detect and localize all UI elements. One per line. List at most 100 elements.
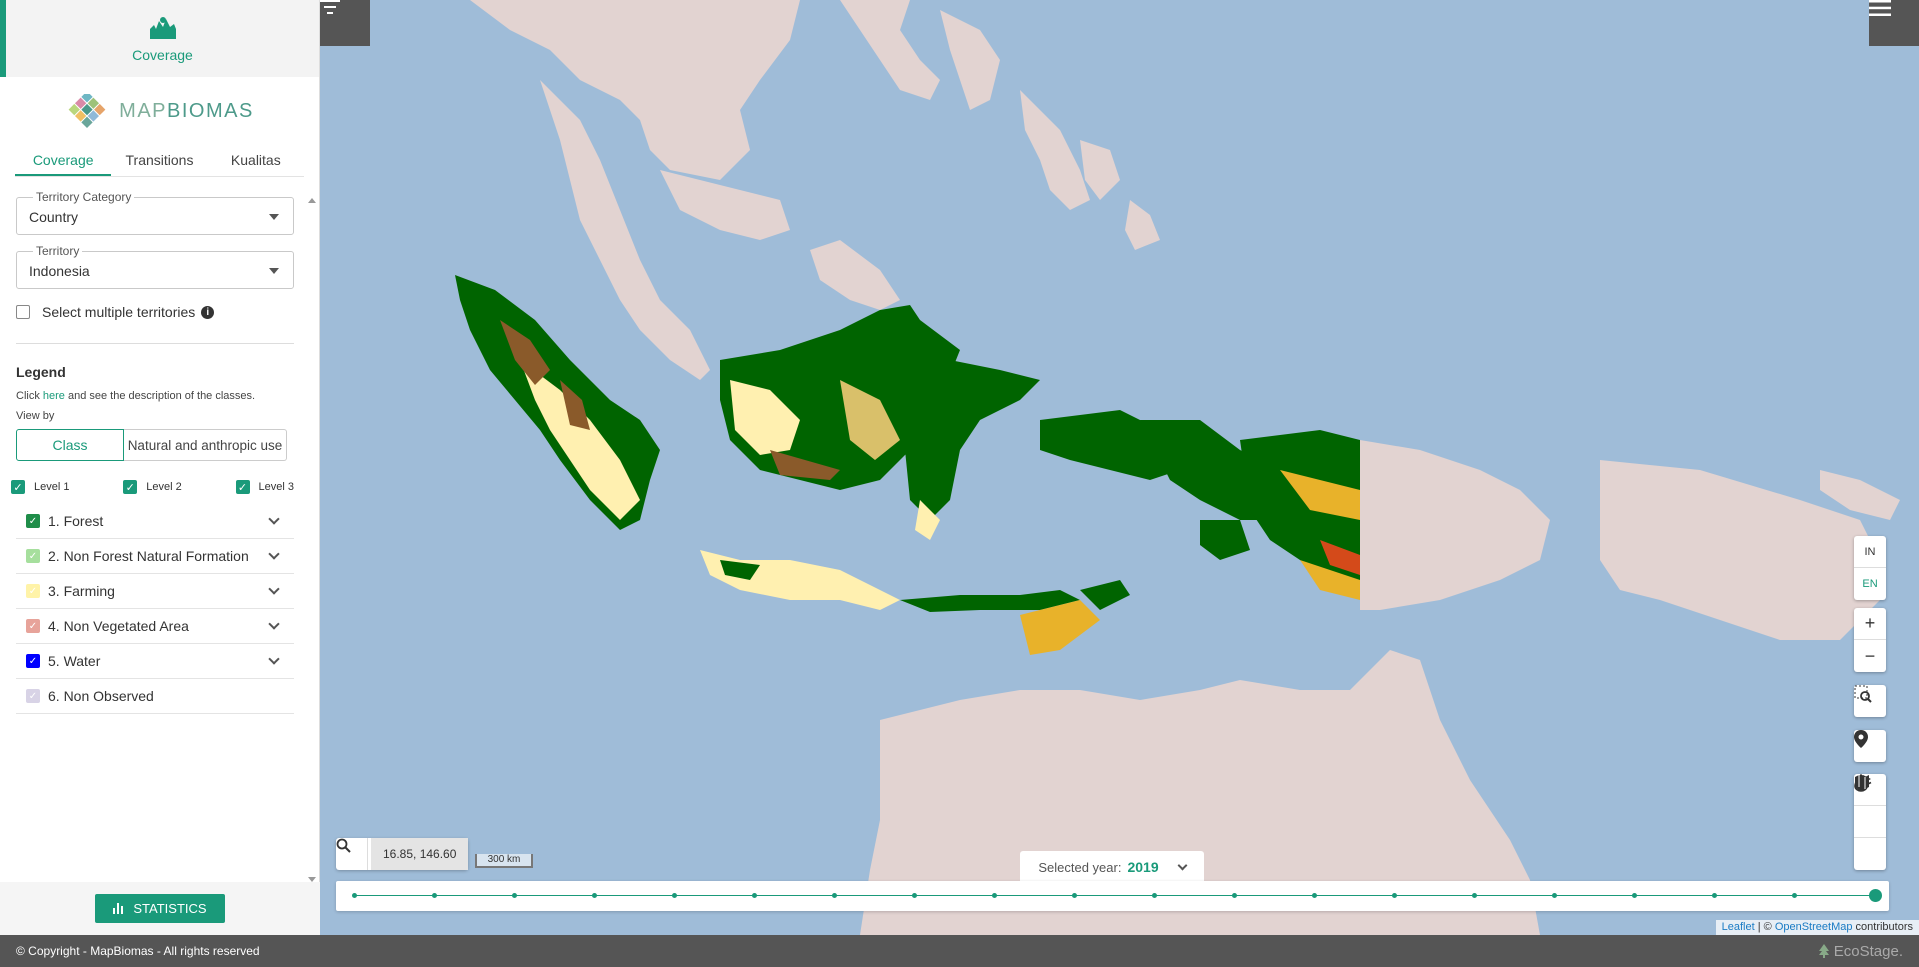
scale-bar: 300 km xyxy=(475,854,533,868)
chevron-down-icon[interactable] xyxy=(268,583,280,595)
dropdown-caret-icon xyxy=(269,214,279,220)
year-timeline[interactable] xyxy=(336,881,1889,911)
statistics-button[interactable]: STATISTICS xyxy=(95,894,225,923)
class-checkbox[interactable]: ✓ xyxy=(26,514,40,528)
class-checkbox[interactable]: ✓ xyxy=(26,584,40,598)
timeline-year-dot[interactable] xyxy=(1392,893,1397,898)
legend-desc-suffix: and see the description of the classes. xyxy=(64,390,256,402)
timeline-year-dot[interactable] xyxy=(832,893,837,898)
info-icon[interactable]: i xyxy=(201,305,215,319)
chevron-down-icon xyxy=(1177,860,1188,870)
timeline-year-dot[interactable] xyxy=(1232,893,1237,898)
lang-en-button[interactable]: EN xyxy=(1854,568,1886,600)
map-view[interactable]: IN EN + − 16.85, 146.60 300 km Selected … xyxy=(320,0,1919,935)
timeline-year-dot[interactable] xyxy=(512,893,517,898)
tab-coverage[interactable]: Coverage xyxy=(15,145,112,176)
timeline-handle[interactable] xyxy=(1869,889,1882,902)
class-checkbox[interactable]: ✓ xyxy=(26,549,40,563)
timeline-year-dot[interactable] xyxy=(752,893,757,898)
scroll-up-icon[interactable] xyxy=(308,198,316,203)
sidebar-scrollbar[interactable] xyxy=(306,192,318,882)
timeline-year-dot[interactable] xyxy=(1152,893,1157,898)
coverage-nav-item[interactable]: Coverage xyxy=(0,0,319,77)
timeline-year-dot[interactable] xyxy=(1552,893,1557,898)
menu-button[interactable] xyxy=(1869,0,1919,46)
coverage-panel: Territory Category Country Territory Ind… xyxy=(0,190,310,882)
timeline-year-dot[interactable] xyxy=(352,893,357,898)
attribution-suffix: contributors xyxy=(1852,921,1913,933)
map-attribution: Leaflet | © OpenStreetMap contributors xyxy=(1715,920,1919,935)
zoom-area-icon[interactable] xyxy=(1854,685,1886,717)
year-selector[interactable]: Selected year: 2019 xyxy=(1020,851,1204,883)
timeline-year-dot[interactable] xyxy=(672,893,677,898)
level-1-toggle[interactable]: ✓ Level 1 xyxy=(11,480,69,494)
location-pin-icon[interactable] xyxy=(1854,730,1886,762)
territory-select[interactable]: Territory Indonesia xyxy=(16,244,294,289)
zoom-in-icon[interactable]: + xyxy=(1854,608,1886,640)
timeline-year-dot[interactable] xyxy=(1472,893,1477,898)
timeline-year-dot[interactable] xyxy=(432,893,437,898)
tab-kualitas[interactable]: Kualitas xyxy=(208,145,304,176)
zoom-out-icon[interactable]: − xyxy=(1854,640,1886,672)
statistics-label: STATISTICS xyxy=(133,901,207,916)
sidebar: Coverage MAPBIOMAS Coverage Transitions … xyxy=(0,0,320,935)
tab-transitions[interactable]: Transitions xyxy=(111,145,207,176)
timeline-year-dot[interactable] xyxy=(992,893,997,898)
legend-title: Legend xyxy=(16,364,66,380)
tabs: Coverage Transitions Kualitas xyxy=(15,145,304,177)
view-by-class-button[interactable]: Class xyxy=(16,429,124,461)
chevron-down-icon[interactable] xyxy=(268,513,280,525)
chevron-down-icon[interactable] xyxy=(268,548,280,560)
class-checkbox[interactable]: ✓ xyxy=(26,654,40,668)
selected-year-label: Selected year: xyxy=(1038,859,1122,875)
chevron-down-icon[interactable] xyxy=(268,653,280,665)
territory-category-select[interactable]: Territory Category Country xyxy=(16,190,294,235)
basemap-icon[interactable] xyxy=(1854,775,1886,870)
timeline-year-dot[interactable] xyxy=(1792,893,1797,898)
class-row-water[interactable]: ✓ 5. Water xyxy=(16,644,294,679)
timeline-year-dot[interactable] xyxy=(592,893,597,898)
class-label: 5. Water xyxy=(48,653,101,669)
class-row-forest[interactable]: ✓ 1. Forest xyxy=(16,504,294,539)
chevron-down-icon[interactable] xyxy=(268,618,280,630)
class-label: 4. Non Vegetated Area xyxy=(48,618,189,634)
map-canvas[interactable] xyxy=(320,0,1919,935)
timeline-year-dot[interactable] xyxy=(912,893,917,898)
dropdown-caret-icon xyxy=(269,268,279,274)
basemap-png xyxy=(1360,440,1550,610)
class-checkbox[interactable]: ✓ xyxy=(26,689,40,703)
logo-text-map: MAP xyxy=(119,99,168,122)
logo-text-biomas: BIOMAS xyxy=(167,99,254,122)
timeline-year-dot[interactable] xyxy=(1712,893,1717,898)
search-icon[interactable] xyxy=(336,838,368,870)
class-row-non-vegetated[interactable]: ✓ 4. Non Vegetated Area xyxy=(16,609,294,644)
filter-button[interactable] xyxy=(320,0,370,46)
view-by-label: View by xyxy=(16,410,55,422)
level-3-label: Level 3 xyxy=(258,481,294,493)
leaflet-link[interactable]: Leaflet xyxy=(1722,921,1755,933)
ecostage-brand[interactable]: EcoStage. xyxy=(1818,943,1903,960)
class-checkbox[interactable]: ✓ xyxy=(26,619,40,633)
class-row-non-forest[interactable]: ✓ 2. Non Forest Natural Formation xyxy=(16,539,294,574)
coverage-icon xyxy=(149,16,176,39)
osm-link[interactable]: OpenStreetMap xyxy=(1775,921,1853,933)
legend-description: Click here and see the description of th… xyxy=(16,390,294,402)
layers-icon[interactable] xyxy=(1854,775,1886,838)
class-row-non-observed[interactable]: ✓ 6. Non Observed xyxy=(16,679,294,714)
checkmark-icon: ✓ xyxy=(11,480,25,494)
lang-in-button[interactable]: IN xyxy=(1854,536,1886,568)
level-3-toggle[interactable]: ✓ Level 3 xyxy=(235,480,294,494)
checkmark-icon: ✓ xyxy=(235,480,250,494)
bar-chart-icon xyxy=(113,903,124,914)
timeline-year-dot[interactable] xyxy=(1632,893,1637,898)
mapbiomas-logo: MAPBIOMAS xyxy=(0,77,319,145)
timeline-year-dot[interactable] xyxy=(1312,893,1317,898)
class-row-farming[interactable]: ✓ 3. Farming xyxy=(16,574,294,609)
territory-category-label: Territory Category xyxy=(33,190,135,204)
multi-territory-checkbox[interactable] xyxy=(16,305,30,319)
timeline-year-dot[interactable] xyxy=(1072,893,1077,898)
checkmark-icon: ✓ xyxy=(123,480,138,494)
level-2-toggle[interactable]: ✓ Level 2 xyxy=(123,480,182,494)
legend-here-link[interactable]: here xyxy=(43,390,65,402)
view-by-natural-anthropic-button[interactable]: Natural and anthropic use xyxy=(124,429,287,461)
